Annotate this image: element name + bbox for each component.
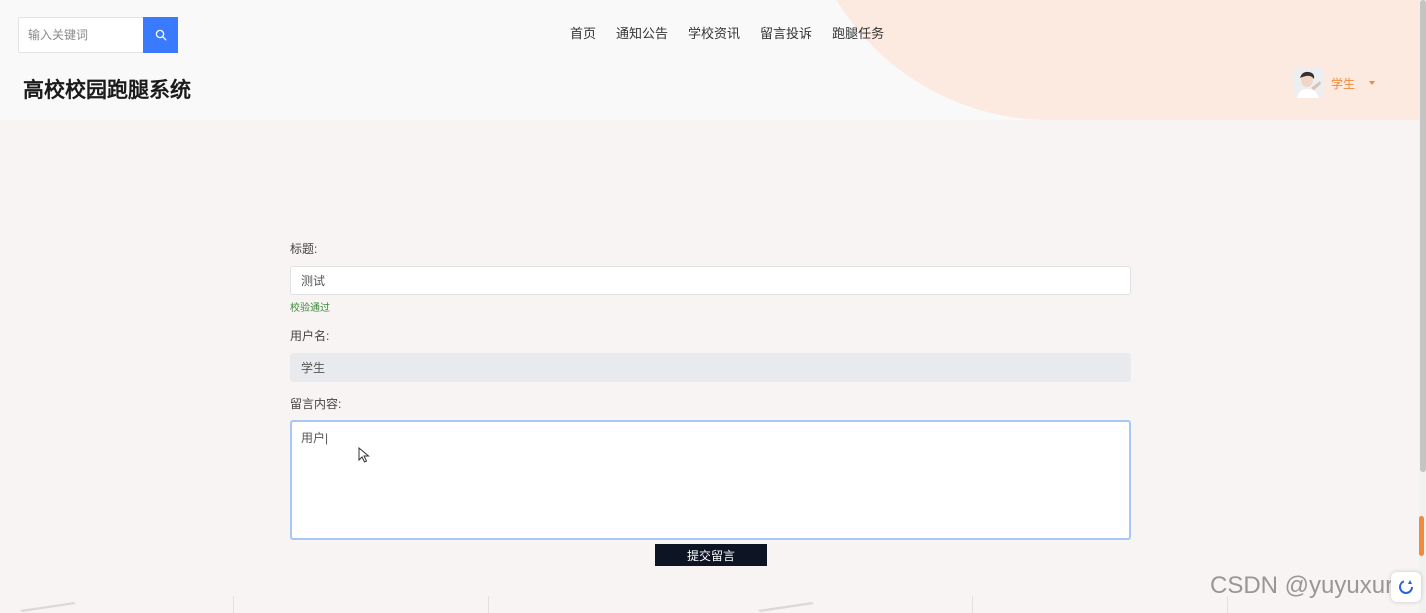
decorative-line <box>488 596 489 613</box>
site-title: 高校校园跑腿系统 <box>23 79 191 102</box>
search-icon <box>155 29 166 41</box>
content-label: 留言内容: <box>290 397 342 411</box>
site-header: 首页 通知公告 学校资讯 留言投诉 跑腿任务 高校校园跑腿系统 学生 <box>0 0 1426 120</box>
scrollbar-thumb[interactable] <box>1420 0 1426 472</box>
decorative-line <box>233 596 234 613</box>
airplane-decoration-icon <box>20 602 76 612</box>
decorative-blob <box>800 0 1426 120</box>
message-form: 标题: 校验通过 用户名: 留言内容: 用户| <box>290 240 1131 540</box>
airplane-decoration-icon <box>758 602 814 612</box>
submit-button[interactable]: 提交留言 <box>655 544 767 566</box>
avatar-image <box>1293 68 1323 98</box>
floating-tool-button[interactable] <box>1391 572 1421 602</box>
nav-item-home[interactable]: 首页 <box>570 23 596 42</box>
side-handle[interactable] <box>1419 516 1424 556</box>
nav-item-news[interactable]: 学校资讯 <box>688 23 740 42</box>
refresh-icon <box>1399 580 1413 594</box>
content-textarea[interactable]: 用户| <box>290 420 1131 540</box>
title-label: 标题: <box>290 242 318 256</box>
nav-item-notices[interactable]: 通知公告 <box>616 23 668 42</box>
search-button[interactable] <box>143 17 178 53</box>
validation-message: 校验通过 <box>290 303 330 314</box>
chevron-down-icon <box>1369 81 1376 85</box>
title-input[interactable] <box>290 266 1131 295</box>
search-input[interactable] <box>18 17 143 53</box>
avatar <box>1293 68 1323 98</box>
nav-item-messages[interactable]: 留言投诉 <box>760 23 812 42</box>
nav-item-tasks[interactable]: 跑腿任务 <box>832 23 884 42</box>
user-name: 学生 <box>1331 76 1356 91</box>
search-bar <box>18 17 178 53</box>
main-nav: 首页 通知公告 学校资讯 留言投诉 跑腿任务 <box>560 23 894 42</box>
decorative-line <box>972 596 973 613</box>
watermark: CSDN @yuyuxuro <box>1210 572 1407 599</box>
mouse-cursor-icon <box>358 447 370 463</box>
user-menu[interactable]: 学生 <box>1293 68 1376 98</box>
username-input <box>290 353 1131 382</box>
username-label: 用户名: <box>290 329 330 343</box>
